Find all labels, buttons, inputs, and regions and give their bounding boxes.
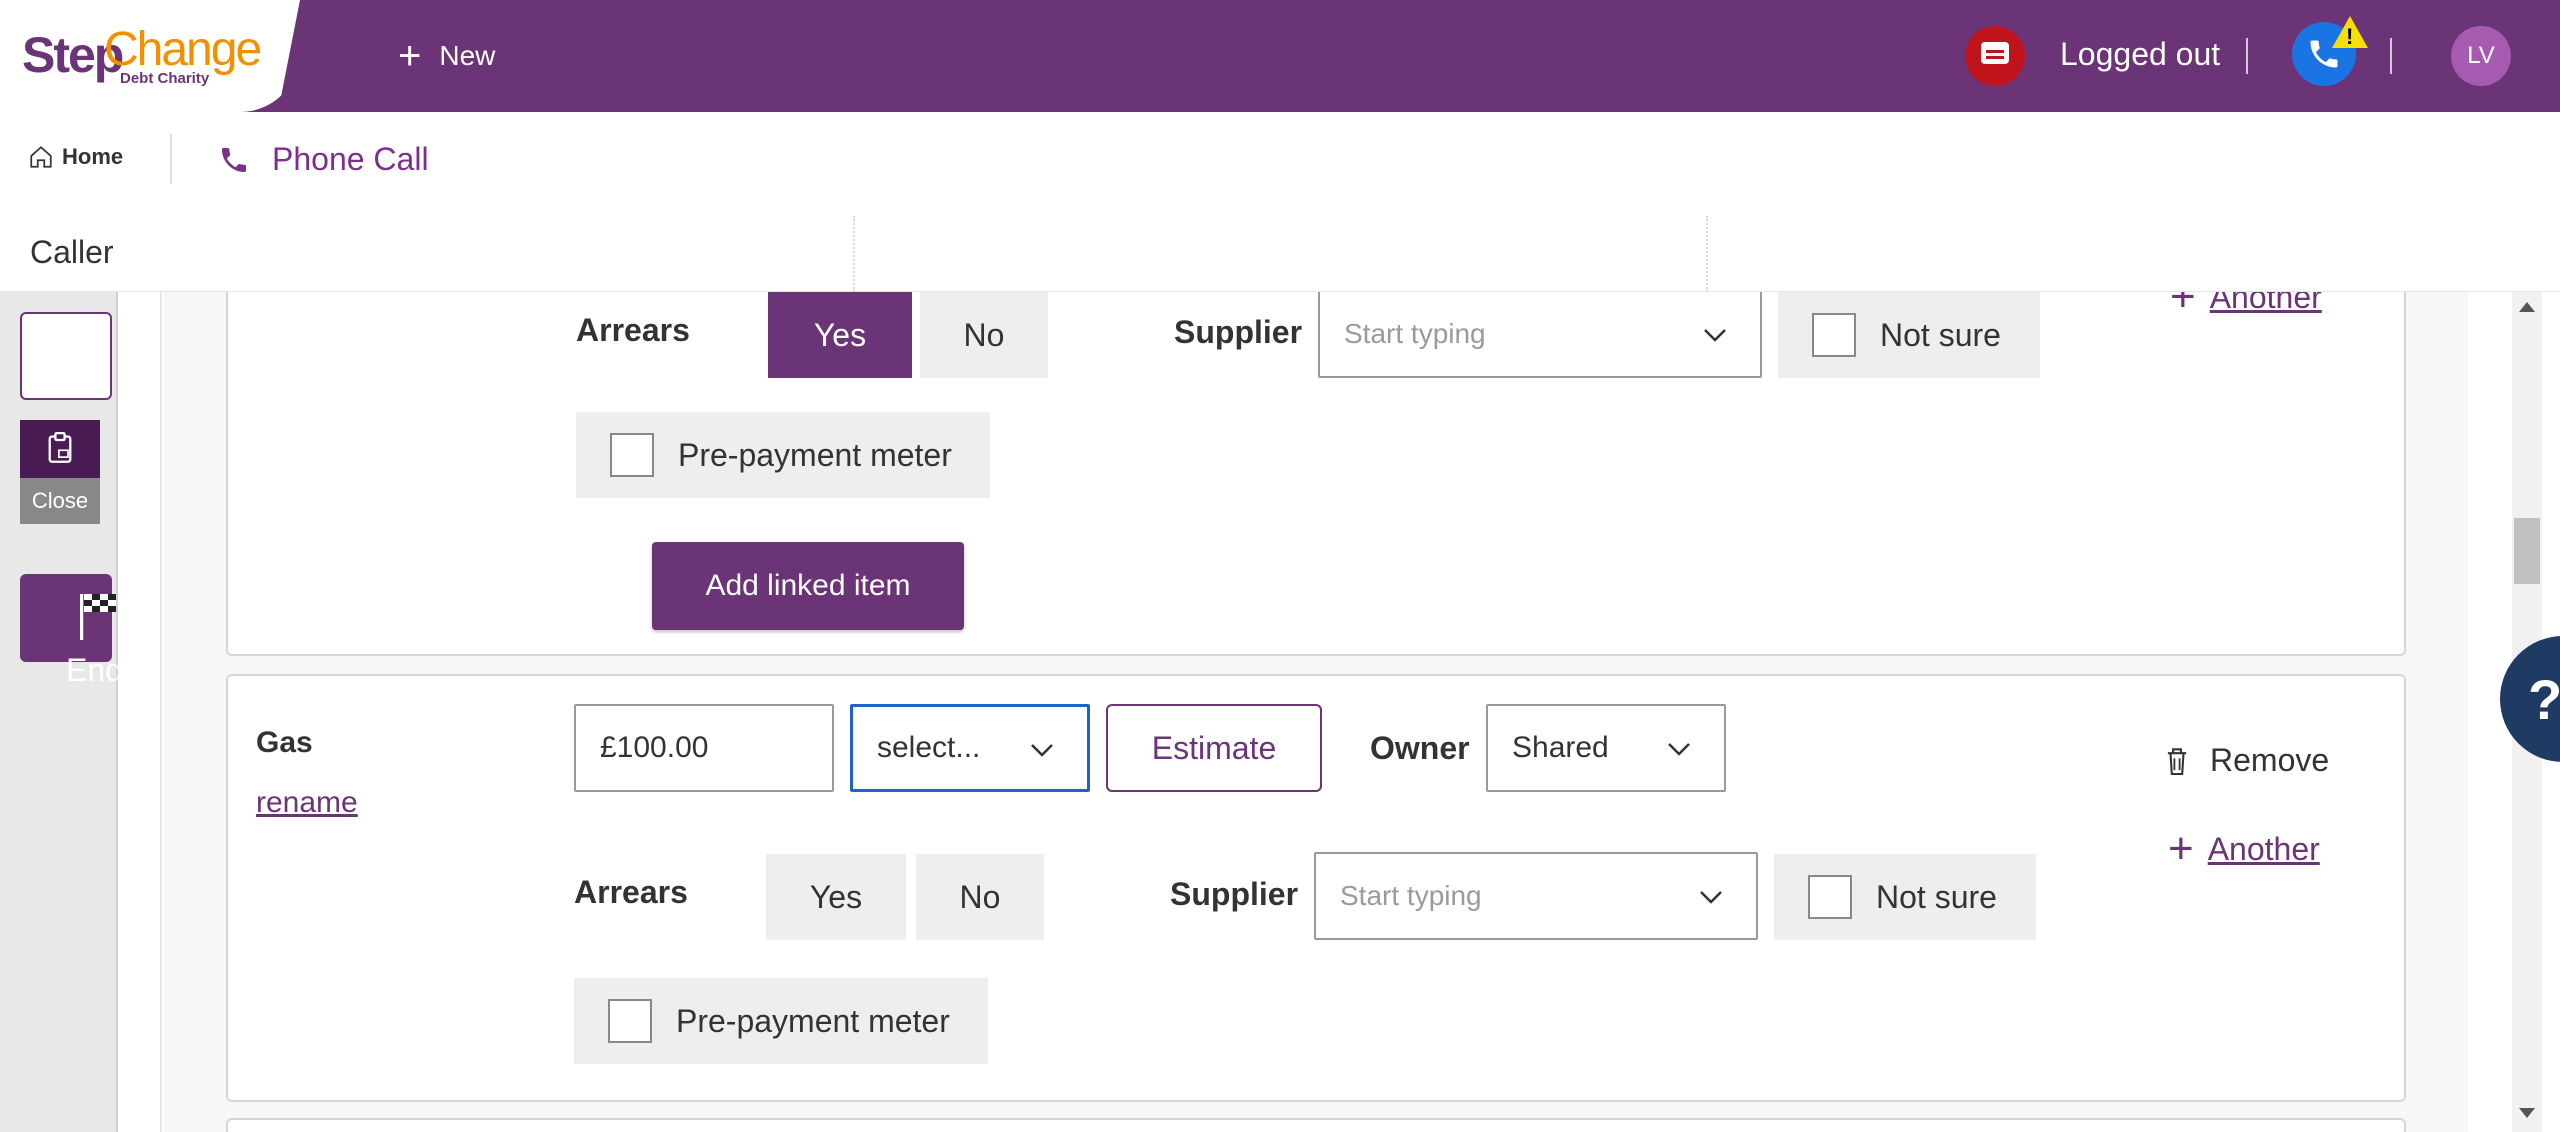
new-button[interactable]: + New xyxy=(398,34,495,78)
arrears-yes-button[interactable]: Yes xyxy=(768,292,912,378)
header-divider xyxy=(2390,38,2392,74)
column-divider xyxy=(1706,216,1708,292)
checkbox-square[interactable] xyxy=(608,999,652,1043)
supplier-select[interactable]: Start typing xyxy=(1318,292,1762,378)
remove-button[interactable]: Remove xyxy=(2164,742,2329,779)
amount-input[interactable]: £100.00 xyxy=(574,704,834,792)
frequency-value: select... xyxy=(877,731,981,764)
caller-header xyxy=(0,216,2560,292)
another-label: Another xyxy=(2209,292,2322,315)
another-link[interactable]: + Another xyxy=(2168,824,2320,874)
chevron-down-icon xyxy=(1700,891,1722,904)
trash-icon xyxy=(2167,747,2187,775)
frequency-select[interactable]: select... xyxy=(850,704,1090,792)
prepayment-label: Pre-payment meter xyxy=(678,436,952,473)
gas-item-card: Gas rename £100.00 select... Estimate Ow… xyxy=(226,674,2406,1102)
end-session-label: End Session xyxy=(66,652,118,688)
another-label: Another xyxy=(2207,830,2320,867)
warning-icon: ! xyxy=(2332,16,2368,49)
home-label: Home xyxy=(62,144,124,169)
avatar[interactable]: LV xyxy=(2451,26,2511,86)
another-link[interactable]: + Another xyxy=(2170,292,2322,322)
supplier-placeholder: Start typing xyxy=(1340,880,1482,911)
scroll-up-arrow[interactable] xyxy=(2519,302,2535,312)
clipboard-button[interactable] xyxy=(20,420,100,478)
supplier-label: Supplier xyxy=(1170,876,1299,912)
chevron-down-icon xyxy=(1031,744,1053,757)
not-sure-label: Not sure xyxy=(1880,316,2001,353)
plus-icon: + xyxy=(2170,292,2196,321)
logo-change-text: Change xyxy=(104,23,262,76)
nav-divider xyxy=(170,134,172,184)
plus-icon: + xyxy=(398,34,422,78)
rename-link[interactable]: rename xyxy=(256,786,358,820)
main-content: Arrears Yes No Supplier Start typing Not… xyxy=(164,292,2468,1132)
not-sure-label: Not sure xyxy=(1876,878,1997,915)
arrears-yes-button[interactable]: Yes xyxy=(766,854,906,940)
chevron-down-icon xyxy=(1704,329,1726,342)
clipboard-icon xyxy=(48,432,72,463)
arrears-label: Arrears xyxy=(574,874,688,910)
checkbox-square[interactable] xyxy=(1808,875,1852,919)
arrears-no-button[interactable]: No xyxy=(920,292,1048,378)
status-text: Logged out xyxy=(2060,36,2221,72)
gas-title: Gas xyxy=(256,726,313,759)
owner-select[interactable]: Shared xyxy=(1486,704,1726,792)
home-link[interactable]: Home xyxy=(28,144,123,170)
arrears-no-button[interactable]: No xyxy=(916,854,1044,940)
owner-value: Shared xyxy=(1512,731,1609,764)
sidebar-blank-button[interactable] xyxy=(20,312,112,400)
not-sure-checkbox[interactable]: Not sure xyxy=(1774,854,2036,940)
prepayment-label: Pre-payment meter xyxy=(676,1002,950,1039)
logo[interactable]: Step Change Debt Charity xyxy=(0,0,300,112)
home-icon xyxy=(30,146,52,168)
tab-phone-call[interactable]: Phone Call xyxy=(218,141,429,178)
caller-label: Caller xyxy=(30,234,114,270)
plus-icon: + xyxy=(2168,824,2194,873)
supplier-label: Supplier xyxy=(1174,314,1303,350)
chat-icon[interactable] xyxy=(1965,26,2025,86)
prepayment-meter-checkbox[interactable]: Pre-payment meter xyxy=(576,412,990,498)
left-sidebar xyxy=(0,292,118,1132)
arrears-label: Arrears xyxy=(576,312,690,348)
checkbox-square[interactable] xyxy=(610,433,654,477)
chevron-down-icon xyxy=(1668,743,1690,756)
owner-label: Owner xyxy=(1370,730,1470,766)
new-button-label: New xyxy=(439,40,496,71)
phone-icon xyxy=(222,147,246,172)
linked-item-card: Arrears Yes No Supplier Start typing Not… xyxy=(226,292,2406,656)
next-item-card xyxy=(226,1118,2406,1132)
checkered-flag-icon xyxy=(80,594,116,640)
logo-subtitle: Debt Charity xyxy=(120,70,210,87)
gutter xyxy=(118,292,162,1132)
header-divider xyxy=(2246,38,2248,74)
scrollbar-thumb[interactable] xyxy=(2514,518,2540,584)
supplier-placeholder: Start typing xyxy=(1344,318,1486,349)
scroll-down-arrow[interactable] xyxy=(2519,1108,2535,1118)
prepayment-meter-checkbox[interactable]: Pre-payment meter xyxy=(574,978,988,1064)
estimate-button[interactable]: Estimate xyxy=(1106,704,1322,792)
remove-label: Remove xyxy=(2210,742,2330,778)
checkbox-square[interactable] xyxy=(1812,313,1856,357)
not-sure-checkbox[interactable]: Not sure xyxy=(1778,292,2040,378)
supplier-select[interactable]: Start typing xyxy=(1314,852,1758,940)
add-linked-item-button[interactable]: Add linked item xyxy=(652,542,964,630)
phone-call-label: Phone Call xyxy=(272,141,429,177)
column-divider xyxy=(853,216,855,292)
close-button[interactable]: Close xyxy=(20,478,100,524)
